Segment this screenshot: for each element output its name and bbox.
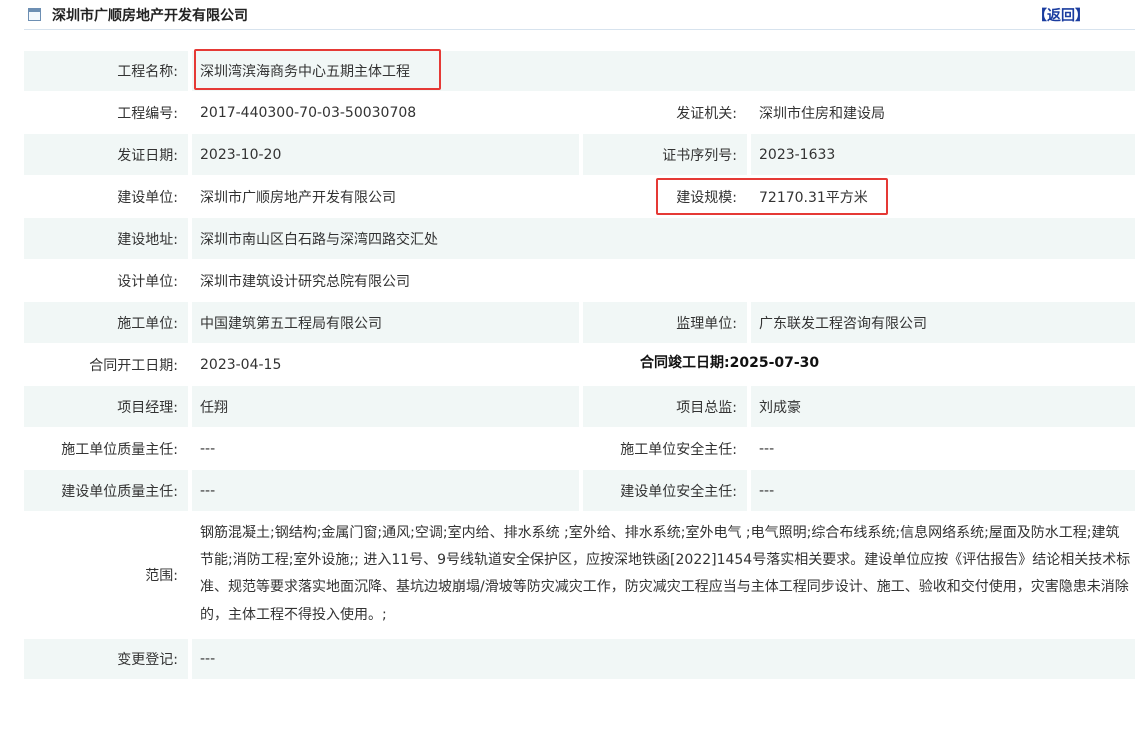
row-builder: 建设单位: 深圳市广顺房地产开发有限公司 建设规模: 72170.31平方米: [24, 176, 1135, 217]
builder-safety-label: 建设单位安全主任:: [620, 483, 737, 500]
contractor-quality-label: 施工单位质量主任:: [61, 441, 178, 458]
column-divider: [188, 470, 192, 511]
column-divider: [579, 134, 583, 175]
builder-quality-label: 建设单位质量主任:: [61, 483, 178, 500]
scale-value: 72170.31平方米: [759, 189, 868, 206]
row-issue-date: 发证日期: 2023-10-20 证书序列号: 2023-1633: [24, 134, 1135, 175]
column-divider: [579, 386, 583, 427]
column-divider: [579, 302, 583, 343]
row-scope: 范围: 钢筋混凝土;钢结构;金属门窗;通风;空调;室内给、排水系统 ;室外给、排…: [24, 512, 1135, 638]
page-header: 深圳市广顺房地产开发有限公司 【返回】: [24, 0, 1135, 30]
row-change-record: 变更登记: ---: [24, 639, 1135, 679]
project-code-label: 工程编号:: [117, 105, 178, 122]
change-record-label: 变更登记:: [117, 652, 178, 668]
row-contract-dates: 合同开工日期: 2023-04-15 合同竣工日期:2025-07-30: [24, 344, 1135, 385]
column-divider: [747, 470, 751, 511]
contractor-safety-label: 施工单位安全主任:: [620, 441, 737, 458]
builder-label: 建设单位:: [117, 189, 178, 206]
designer-value: 深圳市建筑设计研究总院有限公司: [200, 273, 410, 290]
address-value: 深圳市南山区白石路与深湾四路交汇处: [192, 218, 1135, 259]
contractor-value: 中国建筑第五工程局有限公司: [192, 302, 579, 343]
contract-end-wrapper: 合同竣工日期:2025-07-30: [634, 350, 836, 374]
issuer-label: 发证机关:: [676, 105, 737, 122]
project-manager-value: 任翔: [192, 386, 579, 427]
row-contractor-officers: 施工单位质量主任: --- 施工单位安全主任: ---: [24, 428, 1135, 469]
column-divider: [188, 302, 192, 343]
window-icon: [28, 8, 41, 21]
scope-value: 钢筋混凝土;钢结构;金属门窗;通风;空调;室内给、排水系统 ;室外给、排水系统;…: [200, 525, 1131, 623]
builder-quality-value: ---: [192, 470, 579, 511]
cert-serial-value: 2023-1633: [751, 134, 1135, 175]
column-divider: [188, 639, 192, 679]
issue-date-value: 2023-10-20: [192, 134, 579, 175]
column-divider: [579, 470, 583, 511]
column-divider: [188, 51, 192, 91]
designer-label: 设计单位:: [117, 273, 178, 290]
row-builder-officers: 建设单位质量主任: --- 建设单位安全主任: ---: [24, 470, 1135, 511]
back-link[interactable]: 【返回】: [1033, 5, 1089, 25]
change-record-value: ---: [192, 639, 1135, 679]
project-manager-label: 项目经理:: [117, 399, 178, 416]
project-name-value: 深圳湾滨海商务中心五期主体工程: [192, 51, 1135, 91]
supervisor-unit-value: 广东联发工程咨询有限公司: [751, 302, 1135, 343]
project-code-value: 2017-440300-70-03-50030708: [200, 104, 417, 121]
column-divider: [747, 302, 751, 343]
column-divider: [188, 218, 192, 259]
issuer-value: 深圳市住房和建设局: [759, 105, 885, 122]
builder-value: 深圳市广顺房地产开发有限公司: [200, 189, 396, 206]
supervisor-unit-label: 监理单位:: [676, 315, 737, 332]
contractor-label: 施工单位:: [117, 315, 178, 332]
contractor-quality-value: ---: [200, 440, 216, 457]
issue-date-label: 发证日期:: [117, 147, 178, 164]
contract-start-value: 2023-04-15: [200, 356, 282, 373]
row-contractor: 施工单位: 中国建筑第五工程局有限公司 监理单位: 广东联发工程咨询有限公司: [24, 302, 1135, 343]
row-managers: 项目经理: 任翔 项目总监: 刘成豪: [24, 386, 1135, 427]
address-label: 建设地址:: [117, 231, 178, 248]
row-project-name: 工程名称: 深圳湾滨海商务中心五期主体工程: [24, 51, 1135, 91]
column-divider: [188, 134, 192, 175]
chief-supervisor-value: 刘成豪: [751, 386, 1135, 427]
contract-end-text: 合同竣工日期:2025-07-30: [634, 350, 836, 374]
column-divider: [747, 134, 751, 175]
column-divider: [747, 386, 751, 427]
scale-label: 建设规模:: [676, 189, 737, 206]
scope-label: 范围:: [145, 568, 178, 584]
column-divider: [188, 386, 192, 427]
contractor-safety-value: ---: [759, 440, 775, 457]
row-address: 建设地址: 深圳市南山区白石路与深湾四路交汇处: [24, 218, 1135, 259]
project-name-label: 工程名称:: [117, 64, 178, 80]
page-title: 深圳市广顺房地产开发有限公司: [52, 8, 248, 24]
row-designer: 设计单位: 深圳市建筑设计研究总院有限公司: [24, 260, 1135, 301]
cert-serial-label: 证书序列号:: [662, 147, 737, 164]
row-project-code: 工程编号: 2017-440300-70-03-50030708 发证机关: 深…: [24, 92, 1135, 133]
builder-safety-value: ---: [751, 470, 1135, 511]
chief-supervisor-label: 项目总监:: [676, 399, 737, 416]
contract-start-label: 合同开工日期:: [89, 357, 178, 374]
